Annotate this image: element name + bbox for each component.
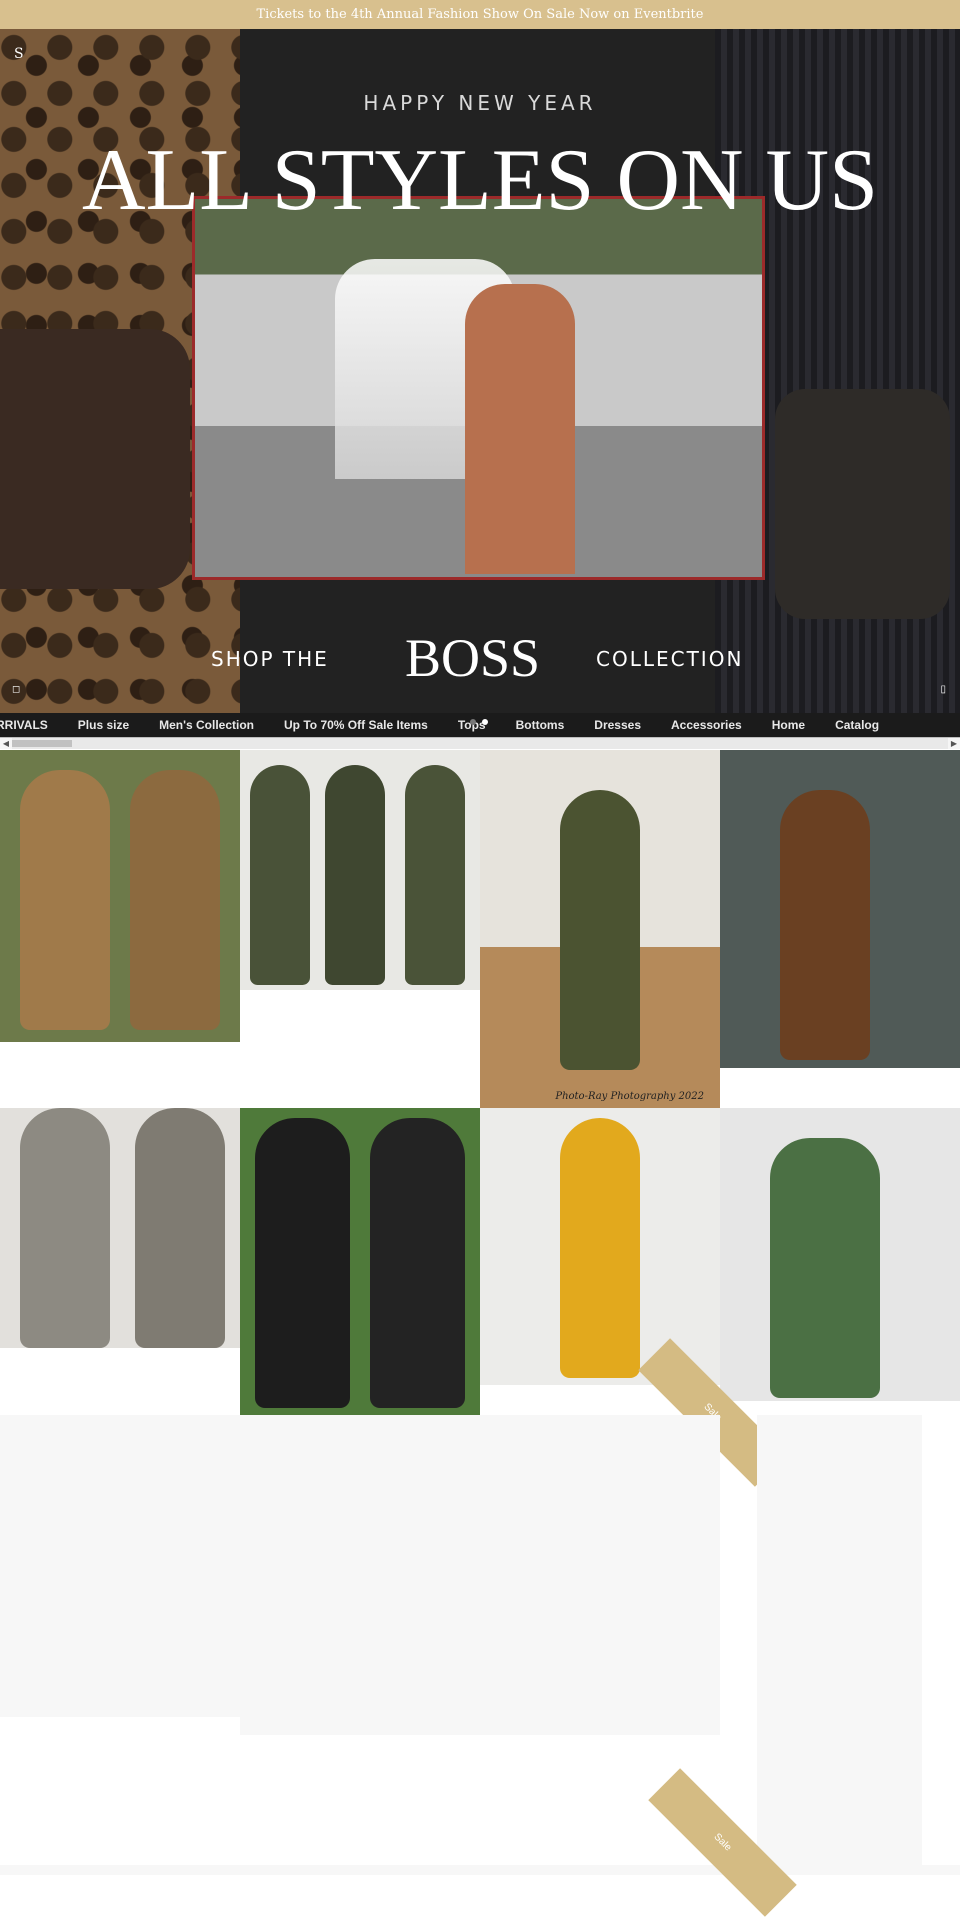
hero-cta-left: SHOP THE	[211, 647, 329, 671]
product-image	[130, 770, 220, 1030]
product-image	[255, 1118, 350, 1408]
slide-dots	[470, 719, 488, 725]
product-placeholder	[0, 1865, 960, 1875]
product-placeholder	[757, 1415, 922, 1865]
nav-item-new-arrivals[interactable]: RRIVALS	[0, 718, 48, 732]
next-slide-icon[interactable]: ▯	[940, 684, 946, 695]
product-image	[560, 1118, 640, 1378]
nav-item-dresses[interactable]: Dresses	[594, 718, 641, 732]
nav-item-plus-size[interactable]: Plus size	[78, 718, 129, 732]
product-image	[770, 1138, 880, 1398]
nav-item-mens-collection[interactable]: Men's Collection	[159, 718, 254, 732]
product-image	[250, 765, 310, 985]
product-tile-yellow-set[interactable]	[480, 1108, 720, 1385]
nav-item-bottoms[interactable]: Bottoms	[516, 718, 565, 732]
hero-cta-brand[interactable]: BOSS	[405, 627, 540, 689]
product-image	[20, 770, 110, 1030]
product-image	[560, 790, 640, 1070]
product-tile-leather-shorts[interactable]	[240, 1108, 480, 1416]
photo-credit: Photo-Ray Photography 2022	[555, 1091, 704, 1102]
product-image	[780, 790, 870, 1060]
announcement-bar[interactable]: Tickets to the 4th Annual Fashion Show O…	[0, 0, 960, 29]
product-image	[370, 1118, 465, 1408]
product-tile-tiger-romper[interactable]	[0, 750, 240, 1042]
horizontal-scrollbar[interactable]: ◀ ▶	[0, 737, 960, 749]
product-tile-green-jumpsuit[interactable]	[720, 1108, 960, 1401]
nav-item-sale-items[interactable]: Up To 70% Off Sale Items	[284, 718, 428, 732]
product-placeholder	[0, 1415, 240, 1717]
nav-item-accessories[interactable]: Accessories	[671, 718, 742, 732]
model-image	[465, 284, 575, 574]
hero-headline: ALL STYLES ON US	[81, 132, 879, 229]
slide-dot[interactable]	[470, 719, 476, 725]
product-image	[20, 1108, 110, 1348]
product-placeholder	[240, 1415, 720, 1735]
scroll-left-icon[interactable]: ◀	[0, 738, 12, 749]
nav-item-catalog[interactable]: Catalog	[835, 718, 879, 732]
hero-kicker: HAPPY NEW YEAR	[363, 91, 597, 115]
hero-left-bag	[0, 329, 190, 589]
category-nav: RRIVALS Plus size Men's Collection Up To…	[0, 713, 960, 737]
product-image	[325, 765, 385, 985]
scroll-thumb[interactable]	[12, 740, 72, 747]
sale-badge-label: Sale	[711, 1831, 734, 1854]
hero-right-bag	[775, 389, 950, 619]
product-tile-olive-set[interactable]	[240, 750, 480, 990]
hero-banner[interactable]: S HAPPY NEW YEAR ALL STYLES ON US SHOP T…	[0, 29, 960, 713]
hero-cta-right: COLLECTION	[596, 647, 744, 671]
product-tile-leopard-set[interactable]	[720, 750, 960, 1068]
hero-photo	[192, 196, 765, 580]
product-tile-snake-jumpsuit[interactable]	[0, 1108, 240, 1348]
site-logo[interactable]: S	[14, 46, 24, 62]
slide-dot-active[interactable]	[482, 719, 488, 725]
scroll-right-icon[interactable]: ▶	[948, 738, 960, 749]
announcement-text[interactable]: Tickets to the 4th Annual Fashion Show O…	[257, 7, 704, 22]
product-tile-olive-romper[interactable]: Photo-Ray Photography 2022	[480, 750, 720, 1108]
product-image	[405, 765, 465, 985]
nav-item-home[interactable]: Home	[772, 718, 805, 732]
category-nav-track: RRIVALS Plus size Men's Collection Up To…	[0, 713, 909, 737]
prev-slide-icon[interactable]: ◻	[12, 684, 20, 695]
product-image	[135, 1108, 225, 1348]
